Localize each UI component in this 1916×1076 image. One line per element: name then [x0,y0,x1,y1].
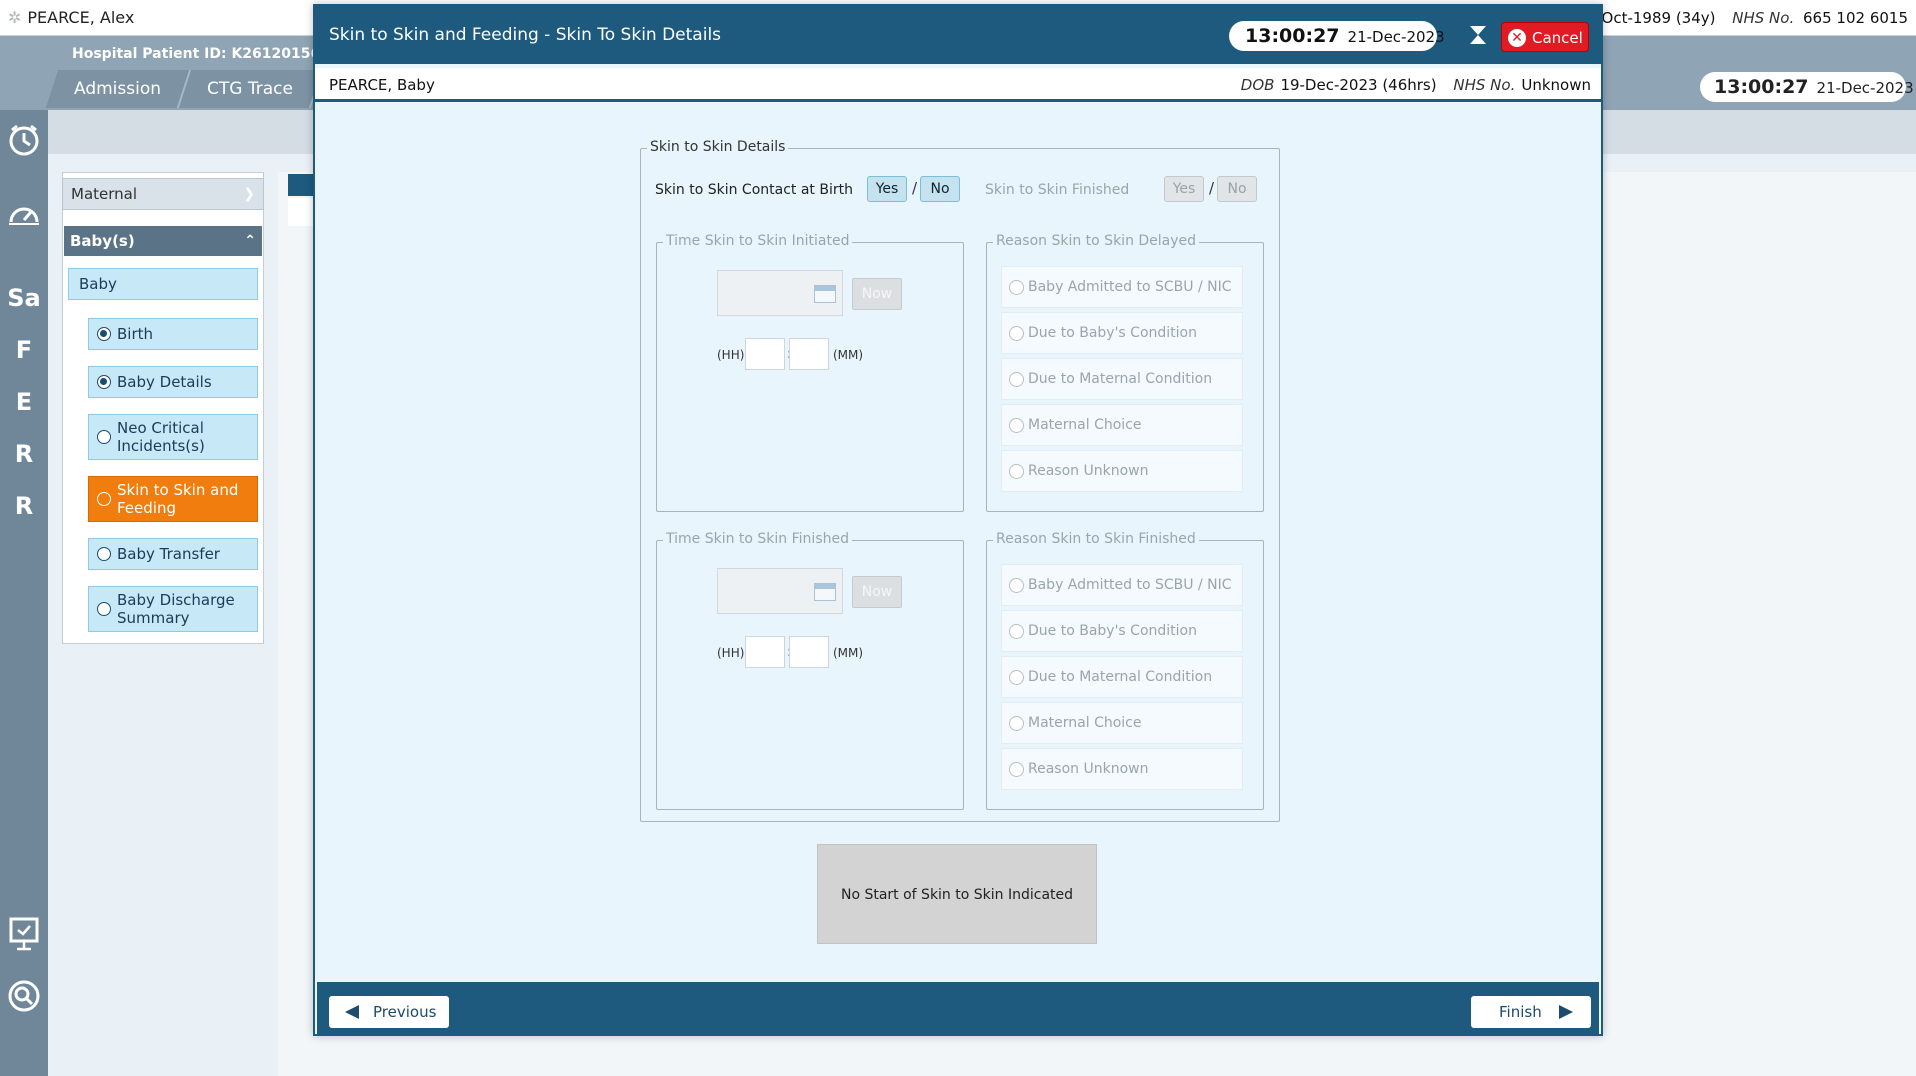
rail-item-e[interactable]: E [4,382,44,422]
previous-button[interactable]: Previous [329,996,449,1028]
contact-at-birth-label: Skin to Skin Contact at Birth [655,182,853,198]
radio-icon [1009,418,1024,433]
rail-item-r2[interactable]: R [4,486,44,526]
calendar-icon[interactable] [814,285,836,303]
contact-at-birth-yes-button[interactable]: Yes [867,176,907,202]
baby-name: PEARCE, Baby [329,76,435,94]
nav-item-neo-critical-incidents[interactable]: Neo Critical Incidents(s) [88,414,258,460]
nav-item-baby-transfer[interactable]: Baby Transfer [88,538,258,570]
skin-finished-no-button[interactable]: No [1217,176,1257,202]
presentation-icon[interactable] [4,916,44,956]
radio-icon [1009,762,1024,777]
radio-icon [1009,464,1024,479]
finished-reason-baby-condition[interactable]: Due to Baby's Condition [1001,610,1243,652]
hh-label: (HH) [717,646,745,660]
baby-ids: DOB 19-Dec-2023 (46hrs) NHS No. Unknown [1240,76,1591,94]
calendar-icon[interactable] [814,583,836,601]
skin-finished-label: Skin to Skin Finished [985,182,1130,198]
chevron-up-icon: ⌃ [244,233,256,249]
star-icon: ✲ [8,8,22,27]
patient-ids: 18-Oct-1989 (34y) NHS No. 665 102 6015 [1576,9,1908,27]
initiated-date-input[interactable] [717,270,843,316]
clock-icon[interactable] [4,122,44,162]
cancel-button[interactable]: ✕ Cancel [1501,22,1589,52]
rail-item-r1[interactable]: R [4,434,44,474]
modal-footer: Previous Finish [317,982,1599,1034]
status-message: No Start of Skin to Skin Indicated [817,844,1097,944]
radio-checked-icon [97,327,111,341]
finished-reason-scbu[interactable]: Baby Admitted to SCBU / NIC [1001,564,1243,606]
delayed-reason-scbu[interactable]: Baby Admitted to SCBU / NIC [1001,266,1243,308]
finished-reason-unknown[interactable]: Reason Unknown [1001,748,1243,790]
arrow-right-icon [1559,1005,1573,1019]
nav-item-baby-details[interactable]: Baby Details [88,366,258,398]
left-rail: Sa F E R R [0,110,48,1076]
radio-checked-icon [97,375,111,389]
app-tabs: Admission CTG Trace [45,70,324,108]
initiated-hours-input[interactable] [745,338,785,370]
delayed-reason-unknown[interactable]: Reason Unknown [1001,450,1243,492]
modal-clock[interactable]: 13:00:27 21-Dec-2023 [1229,21,1445,51]
radio-icon [97,430,111,444]
delayed-reason-maternal-condition[interactable]: Due to Maternal Condition [1001,358,1243,400]
radio-icon [1009,326,1024,341]
time-initiated-title: Time Skin to Skin Initiated [663,233,853,249]
search-icon[interactable] [4,978,44,1018]
nav-item-birth[interactable]: Birth [88,318,258,350]
close-icon: ✕ [1508,29,1526,47]
mm-label: (MM) [833,348,864,362]
radio-icon [1009,372,1024,387]
skin-to-skin-modal: Skin to Skin and Feeding - Skin To Skin … [313,4,1603,1036]
finished-date-input[interactable] [717,568,843,614]
radio-icon [1009,624,1024,639]
finish-button[interactable]: Finish [1471,996,1591,1028]
nav-item-skin-to-skin-feeding[interactable]: Skin to Skin and Feeding [88,476,258,522]
radio-icon [1009,280,1024,295]
radio-icon [1009,578,1024,593]
tab-ctg-trace[interactable]: CTG Trace [178,70,324,108]
finished-hours-input[interactable] [745,636,785,668]
finished-reason-maternal-condition[interactable]: Due to Maternal Condition [1001,656,1243,698]
hh-label: (HH) [717,348,745,362]
speedometer-icon[interactable] [4,196,44,236]
tab-admission[interactable]: Admission [45,70,192,108]
babys-section-header[interactable]: Baby(s) ⌃ [64,226,262,256]
radio-icon [97,602,111,616]
hourglass-icon[interactable] [1465,24,1491,48]
radio-icon [1009,716,1024,731]
chevron-down-icon: ❯ [243,186,255,202]
rail-item-f[interactable]: F [4,330,44,370]
radio-icon [1009,670,1024,685]
time-finished-title: Time Skin to Skin Finished [663,531,852,547]
modal-title: Skin to Skin and Feeding - Skin To Skin … [329,25,722,45]
delayed-reason-baby-condition[interactable]: Due to Baby's Condition [1001,312,1243,354]
mm-label: (MM) [833,646,864,660]
baby-banner: PEARCE, Baby DOB 19-Dec-2023 (46hrs) NHS … [315,68,1601,102]
app-clock: 13:00:27 21-Dec-2023 [1700,72,1914,102]
patient-name: ✲ PEARCE, Alex [8,8,135,27]
finished-minutes-input[interactable] [789,636,829,668]
delayed-reason-maternal-choice[interactable]: Maternal Choice [1001,404,1243,446]
yes-no-separator: / [1209,179,1215,197]
finished-reason-maternal-choice[interactable]: Maternal Choice [1001,702,1243,744]
contact-at-birth-no-button[interactable]: No [920,176,960,202]
radio-icon [97,547,111,561]
nav-group-baby[interactable]: Baby [68,268,258,300]
reason-finished-title: Reason Skin to Skin Finished [993,531,1199,547]
group-title: Skin to Skin Details [647,139,789,155]
yes-no-separator: / [912,179,918,197]
initiated-now-button[interactable]: Now [852,278,902,310]
modal-title-bar: Skin to Skin and Feeding - Skin To Skin … [315,6,1601,64]
reason-delayed-title: Reason Skin to Skin Delayed [993,233,1200,249]
skin-finished-yes-button[interactable]: Yes [1164,176,1204,202]
radio-icon [97,492,111,506]
nav-item-baby-discharge-summary[interactable]: Baby Discharge Summary [88,586,258,632]
finished-now-button[interactable]: Now [852,576,902,608]
initiated-minutes-input[interactable] [789,338,829,370]
maternal-dropdown[interactable]: Maternal ❯ [62,178,264,210]
rail-item-sa[interactable]: Sa [4,278,44,318]
arrow-left-icon [345,1005,359,1019]
